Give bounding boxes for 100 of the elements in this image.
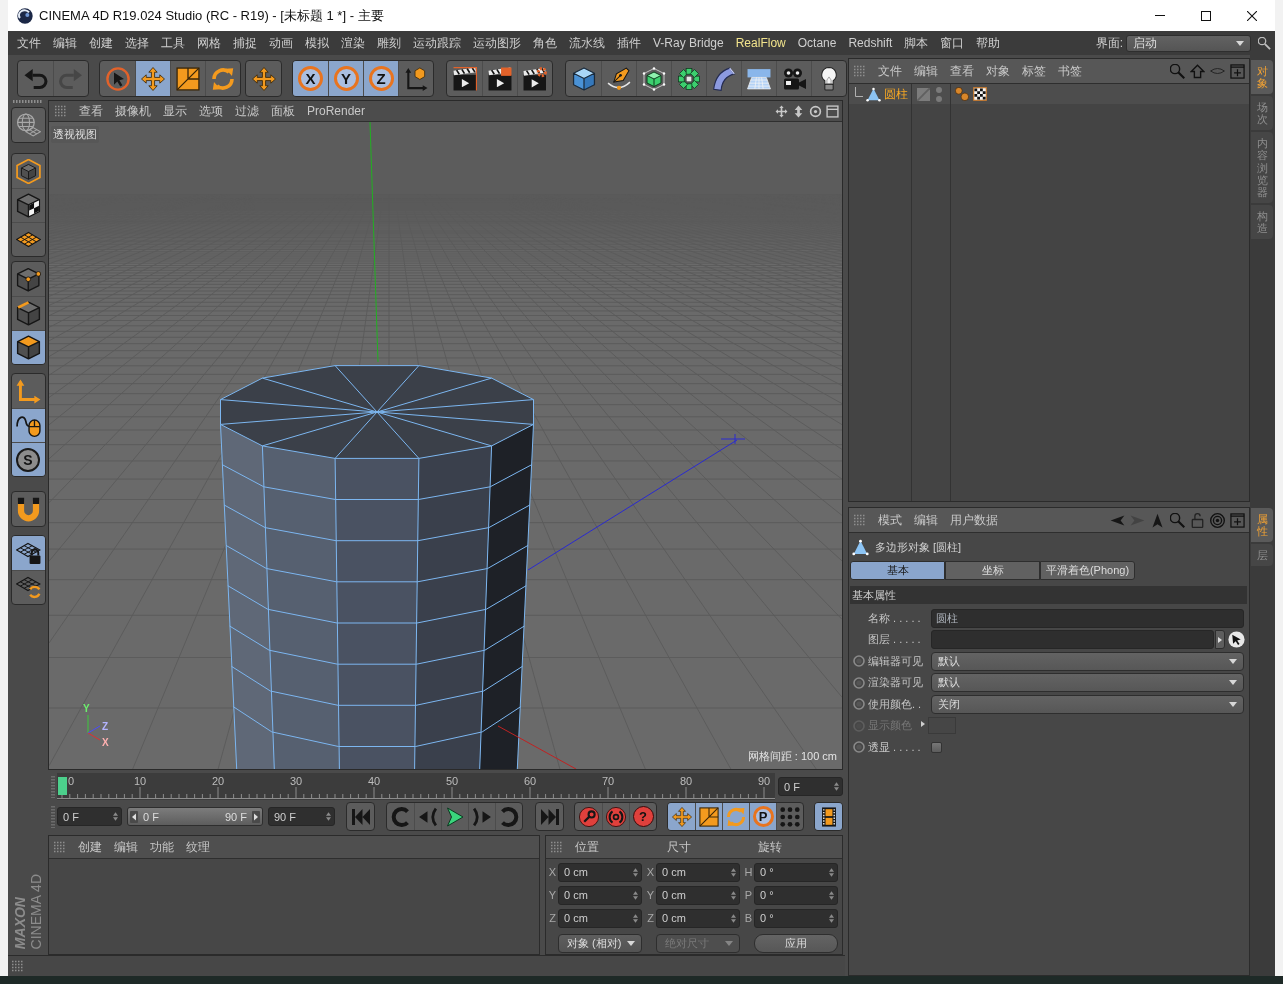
range-start-handle[interactable] <box>130 810 138 823</box>
playhead-marker[interactable] <box>58 777 67 795</box>
menu-item[interactable]: 运动图形 <box>473 34 521 52</box>
keyframe-circle-icon[interactable] <box>853 655 865 667</box>
key-rotation-button[interactable] <box>722 803 749 830</box>
keyframe-selection-button[interactable]: ? <box>629 803 656 830</box>
orbit-icon[interactable] <box>809 104 822 118</box>
panel-menu-item[interactable]: 查看 <box>950 62 974 80</box>
spinner-arrows-icon[interactable] <box>633 890 638 900</box>
spinner-arrows-icon[interactable] <box>731 867 736 877</box>
option-dropdown[interactable]: 默认 <box>931 651 1244 671</box>
panel-menu-item[interactable]: 创建 <box>78 838 102 856</box>
maximize-view-icon[interactable] <box>826 104 839 118</box>
key-scale-button[interactable] <box>695 803 722 830</box>
frame-range-slider[interactable]: 0 F 90 F <box>127 807 263 826</box>
menu-item[interactable]: 选择 <box>125 34 149 52</box>
viewport-menu-item[interactable]: 查看 <box>79 102 103 120</box>
size-field[interactable]: 0 cm <box>656 885 740 905</box>
up-arrow-icon[interactable] <box>1150 512 1165 528</box>
start-frame-field[interactable]: 0 F <box>57 807 122 826</box>
grip-icon[interactable] <box>55 105 67 117</box>
tweak-mode-button[interactable] <box>11 408 45 442</box>
checker-tag-icon[interactable] <box>973 87 987 101</box>
menu-item[interactable]: 创建 <box>89 34 113 52</box>
autokey-button[interactable] <box>602 803 629 830</box>
menu-item[interactable]: Redshift <box>848 36 893 50</box>
pan-arrows-icon[interactable] <box>775 104 788 118</box>
menu-item[interactable]: 编辑 <box>53 34 77 52</box>
cylinder-drawing[interactable] <box>220 365 534 769</box>
layer-swatch-icon[interactable] <box>917 87 930 101</box>
layout-dropdown[interactable]: 启动 <box>1126 34 1251 52</box>
panel-menu-item[interactable]: 编辑 <box>914 511 938 529</box>
menu-item[interactable]: 流水线 <box>569 34 605 52</box>
size-field[interactable]: 0 cm <box>656 862 740 882</box>
solo-button[interactable]: S <box>11 442 45 476</box>
menu-item[interactable]: 帮助 <box>976 34 1001 52</box>
timeline-ruler[interactable]: 0 10 20 30 40 50 60 70 80 90 <box>57 773 775 800</box>
visibility-dot-icon[interactable] <box>936 86 942 93</box>
house-icon[interactable] <box>1190 63 1205 79</box>
viewport-menu-item[interactable]: 过滤 <box>235 102 259 120</box>
object-row[interactable]: 圆柱 <box>849 84 1249 104</box>
layer-field[interactable] <box>931 630 1214 649</box>
key-position-button[interactable] <box>668 803 695 830</box>
menu-item[interactable]: 动画 <box>269 34 293 52</box>
lock-workplane-button[interactable] <box>11 536 45 570</box>
spinner-arrows-icon[interactable] <box>829 913 834 923</box>
panel-menu-item[interactable]: 用户数据 <box>950 511 998 529</box>
lens-shape-icon[interactable] <box>1210 67 1225 75</box>
move-button[interactable] <box>135 61 170 96</box>
attribute-tab[interactable]: 平滑着色(Phong) <box>1040 561 1135 580</box>
layer-menu-button[interactable] <box>1215 630 1225 649</box>
spinner-arrows-icon[interactable] <box>829 867 834 877</box>
search-icon[interactable] <box>1170 63 1185 79</box>
size-field[interactable]: 0 cm <box>656 908 740 928</box>
search-icon[interactable] <box>1170 512 1185 528</box>
option-dropdown[interactable]: 默认 <box>931 673 1244 692</box>
current-frame-field[interactable]: 0 F <box>778 777 843 796</box>
grip-icon[interactable] <box>54 841 66 853</box>
apply-button[interactable]: 应用 <box>754 933 838 953</box>
grip-icon[interactable] <box>854 65 866 77</box>
option-dropdown[interactable]: 关闭 <box>931 694 1244 714</box>
menu-item[interactable]: 渲染 <box>341 34 365 52</box>
key-point-level-button[interactable] <box>776 803 803 830</box>
polygons-mode-button[interactable] <box>11 330 45 364</box>
z-axis-button[interactable]: Z <box>363 61 398 96</box>
menu-item[interactable]: Octane <box>797 36 837 50</box>
viewport-menu-item[interactable]: 选项 <box>199 102 223 120</box>
menu-item[interactable]: 捕捉 <box>233 34 257 52</box>
panel-menu-item[interactable]: 文件 <box>878 62 902 80</box>
menu-item[interactable]: V-Ray Bridge <box>653 36 724 50</box>
panel-menu-item[interactable]: 功能 <box>150 838 174 856</box>
panel-menu-item[interactable]: 标签 <box>1022 62 1046 80</box>
attribute-tab[interactable]: 基本 <box>850 561 945 580</box>
grip-icon[interactable] <box>51 805 55 828</box>
menu-item[interactable]: 雕刻 <box>377 34 401 52</box>
viewport-menu-item[interactable]: ProRender <box>307 104 366 118</box>
position-field[interactable]: 0 cm <box>558 862 642 882</box>
grip-icon[interactable] <box>854 514 866 526</box>
menu-item[interactable]: 文件 <box>17 34 41 52</box>
spinner-arrows-icon[interactable] <box>326 812 331 821</box>
expand-triangle-icon[interactable] <box>921 720 925 727</box>
menu-item[interactable]: RealFlow <box>735 36 786 50</box>
spinner-arrows-icon[interactable] <box>731 913 736 923</box>
object-name[interactable]: 圆柱 <box>884 85 908 103</box>
spinner-arrows-icon[interactable] <box>829 890 834 900</box>
viewport-menu-item[interactable]: 显示 <box>163 102 187 120</box>
spinner-arrows-icon[interactable] <box>633 867 638 877</box>
spinner-arrows-icon[interactable] <box>834 782 839 791</box>
spinner-arrows-icon[interactable] <box>731 890 736 900</box>
coordinate-mode-dropdown[interactable]: 对象 (相对) <box>558 933 642 953</box>
grip-icon[interactable] <box>12 960 24 972</box>
keyframe-circle-icon[interactable] <box>853 741 865 753</box>
y-axis-button[interactable]: Y <box>328 61 363 96</box>
grip-icon[interactable] <box>13 100 43 103</box>
panel-menu-item[interactable]: 书签 <box>1058 62 1082 80</box>
viewport-menu-item[interactable]: 面板 <box>271 102 295 120</box>
rotation-field[interactable]: 0 ° <box>754 862 838 882</box>
name-field[interactable]: 圆柱 <box>931 608 1244 628</box>
side-tab[interactable]: 属性 <box>1251 508 1273 543</box>
keyframe-circle-icon[interactable] <box>853 698 865 710</box>
